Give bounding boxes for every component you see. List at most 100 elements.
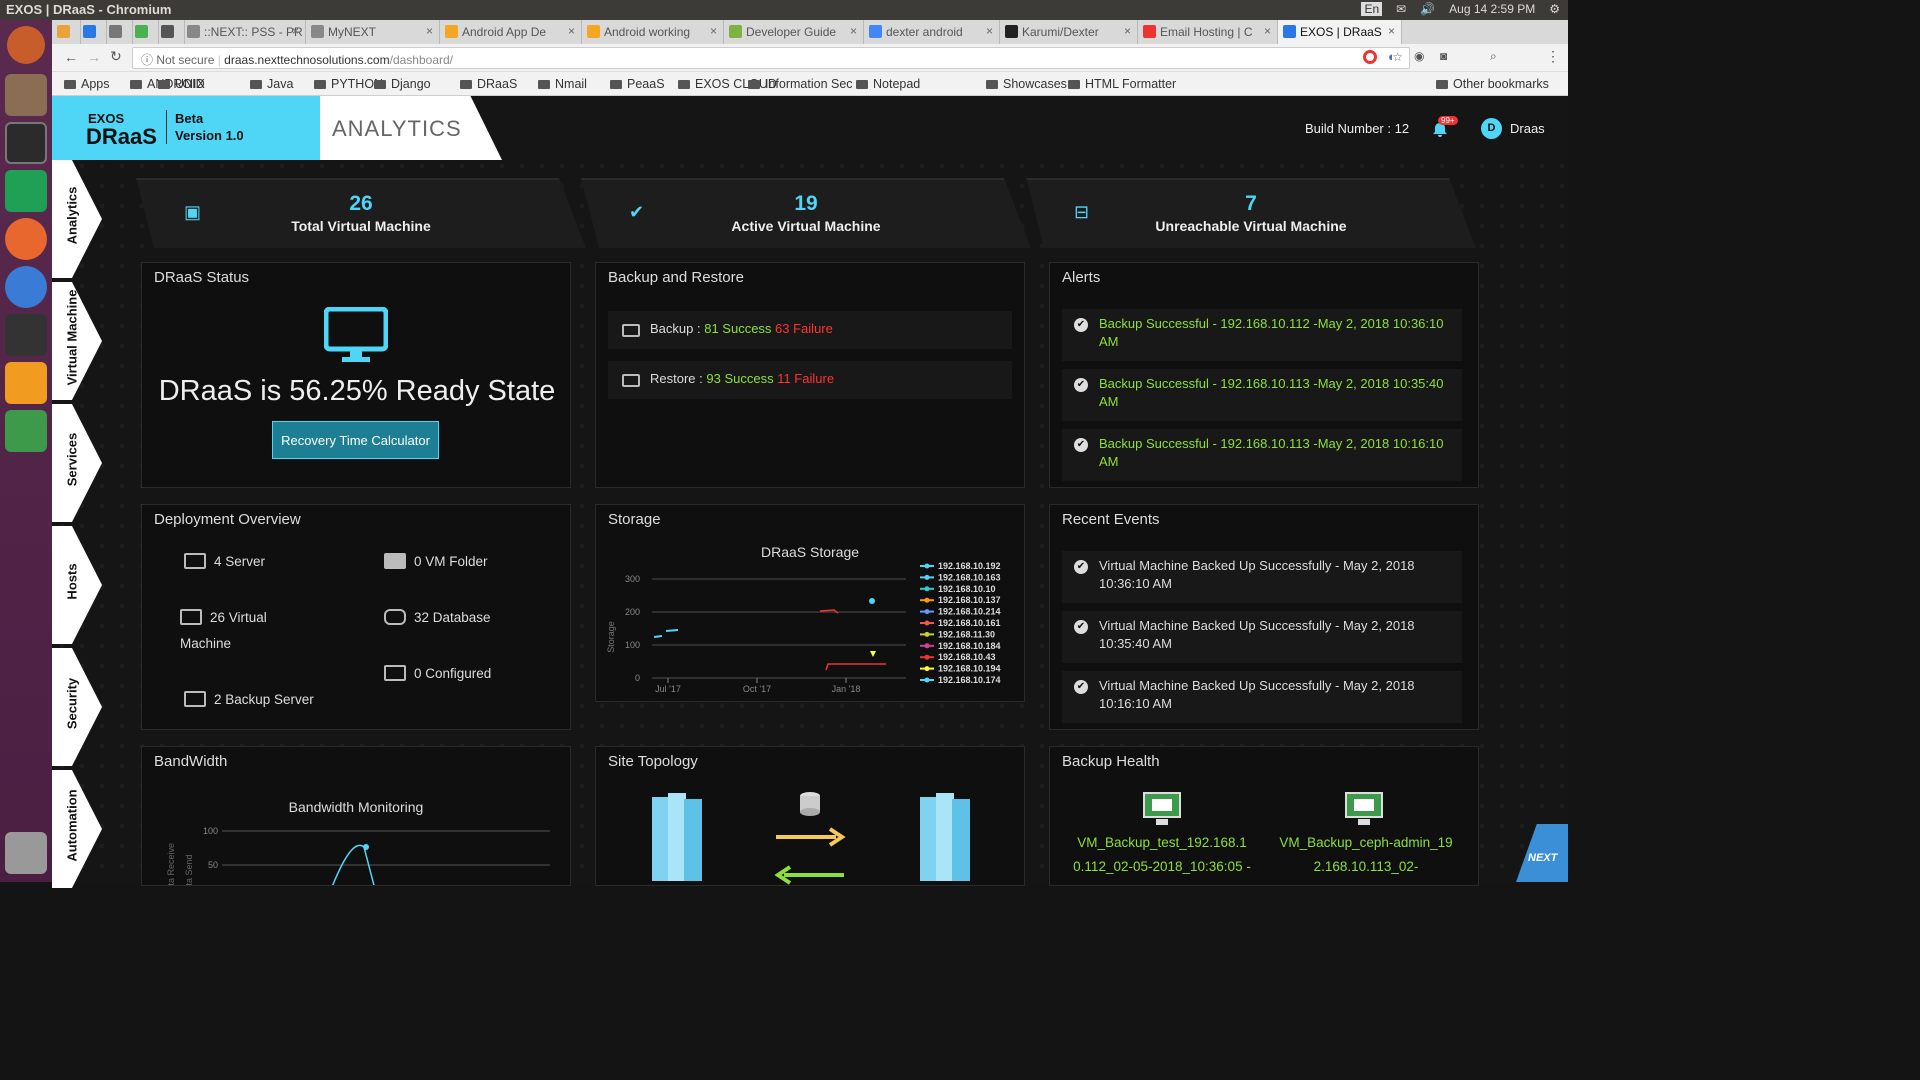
legend-label[interactable]: 192.168.10.184	[938, 641, 1001, 651]
close-icon[interactable]: ×	[1124, 24, 1131, 38]
legend-label[interactable]: 192.168.10.174	[938, 675, 1001, 685]
legend-label[interactable]: 192.168.10.10	[938, 584, 996, 594]
side-nav-item[interactable]: Security	[52, 648, 102, 766]
legend-label[interactable]: 192.168.10.192	[938, 561, 1001, 571]
zoom-icon[interactable]: ⌕	[1490, 49, 1497, 64]
pycharm-icon[interactable]	[5, 170, 47, 212]
side-nav-item[interactable]: Hosts	[52, 526, 102, 644]
legend-label[interactable]: 192.168.10.43	[938, 652, 996, 662]
backup-row: Backup : 81 Success 63 Failure	[608, 311, 1012, 349]
bookmark-item[interactable]: UNIX	[158, 77, 205, 91]
browser-tab[interactable]: Android App De ×	[440, 20, 582, 44]
legend-label[interactable]: 192.168.10.161	[938, 618, 1001, 628]
url-input[interactable]: ⓘ Not secure | draas.nexttechnosolutions…	[132, 47, 1410, 69]
browser-tab[interactable]: Karumi/Dexter ×	[1000, 20, 1138, 44]
browser-tab[interactable]	[156, 20, 185, 44]
postman-icon[interactable]	[5, 218, 47, 260]
bookmark-item[interactable]: PYTHON	[314, 77, 383, 91]
volume-icon[interactable]: 🔊	[1420, 2, 1435, 16]
legend-label[interactable]: 192.168.10.163	[938, 572, 1001, 582]
list-item: ✔ Backup Successful - 192.168.10.112 -May…	[1062, 309, 1462, 361]
bookmark-item[interactable]: Notepad	[856, 77, 920, 91]
bookmark-label: UNIX	[175, 77, 205, 91]
avatar[interactable]: D	[1481, 118, 1502, 139]
language-indicator[interactable]: En	[1361, 2, 1383, 16]
browser-tab[interactable]: Android working ×	[582, 20, 724, 44]
browser-tab[interactable]: EXOS | DRaaS ×	[1278, 20, 1402, 44]
files-icon[interactable]	[5, 74, 47, 116]
legend-label[interactable]: 192.168.10.137	[938, 595, 1001, 605]
close-icon[interactable]: ×	[292, 24, 299, 38]
browser-tab[interactable]: Developer Guide ×	[724, 20, 864, 44]
close-icon[interactable]: ×	[850, 24, 857, 38]
trash-icon[interactable]	[5, 832, 47, 874]
info-icon[interactable]: ⓘ	[141, 53, 156, 67]
extension-eye-icon[interactable]: ◉	[1414, 49, 1424, 63]
bookmark-label: Showcases	[1003, 77, 1067, 91]
close-icon[interactable]: ×	[986, 24, 993, 38]
side-nav-item[interactable]: Automation	[52, 770, 102, 888]
events-panel: Recent Events ✔ Virtual Machine Backed Up…	[1049, 504, 1479, 730]
opera-icon[interactable]	[1363, 50, 1377, 64]
system-monitor-icon[interactable]	[5, 314, 47, 356]
forward-icon[interactable]: →	[87, 49, 101, 65]
settings-icon[interactable]: ⚙	[1549, 2, 1560, 16]
menu-icon[interactable]: ⋮	[1546, 48, 1560, 65]
browser-tab[interactable]	[130, 20, 159, 44]
bookmark-item[interactable]: Nmail	[538, 77, 587, 91]
browser-tab[interactable]	[78, 20, 107, 44]
folder-icon	[1068, 80, 1080, 89]
y-tick: 100	[203, 826, 218, 836]
clock[interactable]: Aug 14 2:59 PM	[1449, 2, 1535, 16]
extension-icon[interactable]: ◐	[1388, 49, 1396, 64]
android-studio-icon[interactable]	[5, 410, 47, 452]
browser-tab[interactable]: dexter android ×	[864, 20, 1000, 44]
browser-tab[interactable]: MyNEXT ×	[306, 20, 440, 44]
bookmark-label: Other bookmarks	[1453, 77, 1549, 91]
tab-favicon-icon	[1005, 25, 1018, 38]
browser-tab[interactable]	[104, 20, 133, 44]
camera-icon[interactable]: ◙	[1440, 49, 1447, 63]
security-label: Not secure	[156, 53, 215, 67]
terminal-icon[interactable]	[5, 122, 47, 164]
bookmark-item[interactable]: Other bookmarks	[1436, 77, 1549, 91]
legend-marker	[924, 563, 930, 569]
bookmark-item[interactable]: DRaaS	[460, 77, 517, 91]
reload-icon[interactable]: ↻	[110, 48, 122, 65]
close-icon[interactable]: ×	[1388, 24, 1395, 38]
ubuntu-icon[interactable]	[7, 26, 45, 64]
recovery-time-calculator-button[interactable]: Recovery Time Calculator	[272, 421, 439, 459]
side-nav-item[interactable]: Virtual Machine	[52, 282, 102, 400]
close-icon[interactable]: ×	[710, 24, 717, 38]
bookmark-item[interactable]: Apps	[64, 77, 110, 91]
user-name[interactable]: Draas	[1510, 121, 1545, 136]
x-tick: Jan '18	[832, 684, 861, 694]
back-icon[interactable]: ←	[64, 49, 78, 65]
bookmark-item[interactable]: Information Sec	[748, 77, 853, 91]
browser-tab[interactable]: ::NEXT:: PSS - PR ×	[182, 20, 306, 44]
bookmark-item[interactable]: Java	[250, 77, 293, 91]
series-point	[870, 651, 876, 657]
sublime-icon[interactable]	[5, 362, 47, 404]
browser-tab-bar: ::NEXT:: PSS - PR × MyNEXT × Android App De ×…	[52, 20, 1568, 44]
legend-label[interactable]: 192.168.11.30	[938, 629, 995, 639]
bookmark-item[interactable]: HTML Formatter	[1068, 77, 1176, 91]
side-nav-item[interactable]: Analytics	[52, 160, 102, 278]
bookmark-item[interactable]: Showcases	[986, 77, 1067, 91]
legend-label[interactable]: 192.168.10.194	[938, 664, 1001, 674]
browser-tab[interactable]: Email Hosting | C ×	[1138, 20, 1278, 44]
bookmark-item[interactable]: Django	[374, 77, 431, 91]
list-item: ✔ Backup Successful - 192.168.10.113 -May…	[1062, 369, 1462, 421]
chromium-icon[interactable]	[5, 266, 47, 308]
close-icon[interactable]: ×	[568, 24, 575, 38]
close-icon[interactable]: ×	[1264, 24, 1271, 38]
side-nav-item[interactable]: Services	[52, 404, 102, 522]
close-icon[interactable]: ×	[426, 24, 433, 38]
bookmark-item[interactable]: PeaaS	[610, 77, 665, 91]
kpi-value: 26	[349, 192, 373, 215]
mail-icon[interactable]: ✉	[1396, 2, 1406, 16]
list-item: ✔ Virtual Machine Backed Up Successfully …	[1062, 611, 1462, 663]
legend-label[interactable]: 192.168.10.214	[938, 607, 1001, 617]
list-item-text: Virtual Machine Backed Up Successfully -…	[1099, 618, 1415, 651]
browser-tab[interactable]	[52, 20, 81, 44]
